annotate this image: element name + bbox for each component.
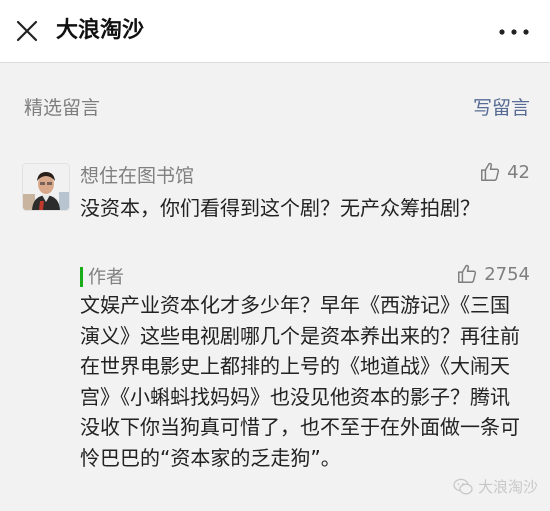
- comment-like-count: 42: [507, 161, 530, 183]
- reply-text: 文娱产业资本化才多少年？早年《西游记》《三国演义》这些电视剧哪几个是资本养出来的…: [80, 293, 520, 470]
- comment-like-button[interactable]: 42: [479, 161, 530, 183]
- comments-section-header: 精选留言 写留言: [0, 63, 550, 155]
- section-title: 精选留言: [24, 97, 101, 119]
- avatar-image: [23, 164, 69, 210]
- reply-like-count: 2754: [484, 263, 530, 285]
- write-comment-button[interactable]: 写留言: [473, 93, 530, 120]
- thumbs-up-icon: [458, 264, 477, 283]
- page-title: 大浪淘沙: [56, 18, 145, 43]
- author-reply-marker: [80, 267, 83, 287]
- top-bar: 大浪淘沙: [0, 0, 550, 63]
- watermark-text: 大浪淘沙: [477, 478, 538, 496]
- comment-nickname[interactable]: 想住在图书馆: [80, 161, 194, 188]
- avatar[interactable]: [22, 163, 70, 211]
- author-label: 作者: [88, 267, 124, 288]
- comment-text: 没资本，你们看得到这个剧？无产众筹拍剧？: [80, 196, 480, 220]
- wechat-icon: [453, 478, 473, 494]
- more-icon[interactable]: [496, 22, 532, 42]
- watermark: 大浪淘沙: [453, 476, 538, 497]
- close-icon[interactable]: [14, 18, 40, 44]
- thumbs-up-icon: [481, 162, 500, 181]
- reply-like-button[interactable]: 2754: [456, 263, 530, 285]
